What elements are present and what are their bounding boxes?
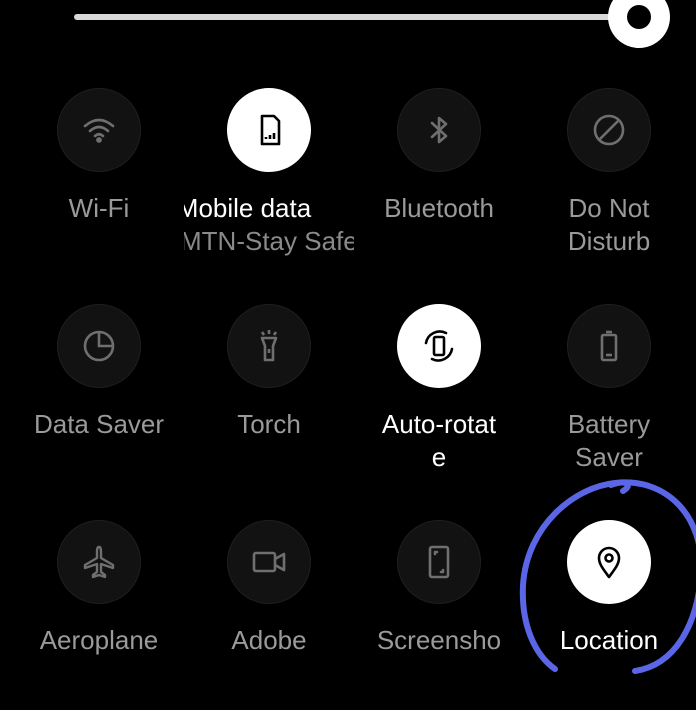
tile-battery-saver-label: Battery xyxy=(567,409,651,439)
brightness-thumb-dot xyxy=(626,5,651,29)
tile-data-saver-label: Data Saver xyxy=(33,409,165,439)
battery-icon[interactable] xyxy=(567,304,651,388)
wifi-icon[interactable] xyxy=(57,88,141,172)
tile-battery-saver[interactable]: Battery Saver xyxy=(524,304,694,494)
brightness-thumb[interactable] xyxy=(607,0,670,48)
tile-mobile-data-label: Mobile data xyxy=(184,193,312,223)
airplane-icon[interactable] xyxy=(57,520,141,604)
auto-rotate-icon[interactable] xyxy=(397,304,481,388)
torch-icon[interactable] xyxy=(227,304,311,388)
data-saver-icon[interactable] xyxy=(57,304,141,388)
tile-wifi-label: Wi-Fi xyxy=(68,193,130,223)
tile-bluetooth[interactable]: Bluetooth xyxy=(354,88,524,278)
tile-auto-rotate-label-2: e xyxy=(431,442,447,472)
tile-do-not-disturb-label: Do Not xyxy=(568,193,650,223)
tile-mobile-data-network: MTN-Stay Safe xyxy=(184,226,354,256)
tile-screenshot[interactable]: Screensho xyxy=(354,520,524,710)
tile-screenshot-label: Screensho xyxy=(376,625,502,655)
tile-wifi[interactable]: Wi-Fi xyxy=(14,88,184,278)
tile-torch[interactable]: Torch xyxy=(184,304,354,494)
tile-do-not-disturb[interactable]: Do Not Disturb xyxy=(524,88,694,278)
bluetooth-icon[interactable] xyxy=(397,88,481,172)
tile-data-saver[interactable]: Data Saver xyxy=(14,304,184,494)
tile-do-not-disturb-label-2: Disturb xyxy=(567,226,651,256)
tile-bluetooth-label: Bluetooth xyxy=(384,193,494,223)
tile-adobe-label: Adobe xyxy=(231,625,307,655)
tile-battery-saver-label-2: Saver xyxy=(575,442,643,472)
tile-adobe[interactable]: Adobe xyxy=(184,520,354,710)
screenshot-icon[interactable] xyxy=(397,520,481,604)
tile-auto-rotate-label: Auto-rotat xyxy=(381,409,497,439)
tile-aeroplane-label: Aeroplane xyxy=(39,625,159,655)
video-camera-icon[interactable] xyxy=(227,520,311,604)
tile-aeroplane[interactable]: Aeroplane xyxy=(14,520,184,710)
sim-card-icon[interactable] xyxy=(227,88,311,172)
brightness-slider[interactable] xyxy=(0,0,696,48)
tile-mobile-data[interactable]: Mobile data MTN-Stay Safe xyxy=(184,88,354,278)
tile-location-label: Location xyxy=(559,625,659,655)
tile-torch-label: Torch xyxy=(237,409,301,439)
location-pin-icon[interactable] xyxy=(567,520,651,604)
brightness-track[interactable] xyxy=(74,14,640,20)
tile-location[interactable]: Location xyxy=(524,520,694,710)
do-not-disturb-icon[interactable] xyxy=(567,88,651,172)
tile-auto-rotate[interactable]: Auto-rotat e xyxy=(354,304,524,494)
